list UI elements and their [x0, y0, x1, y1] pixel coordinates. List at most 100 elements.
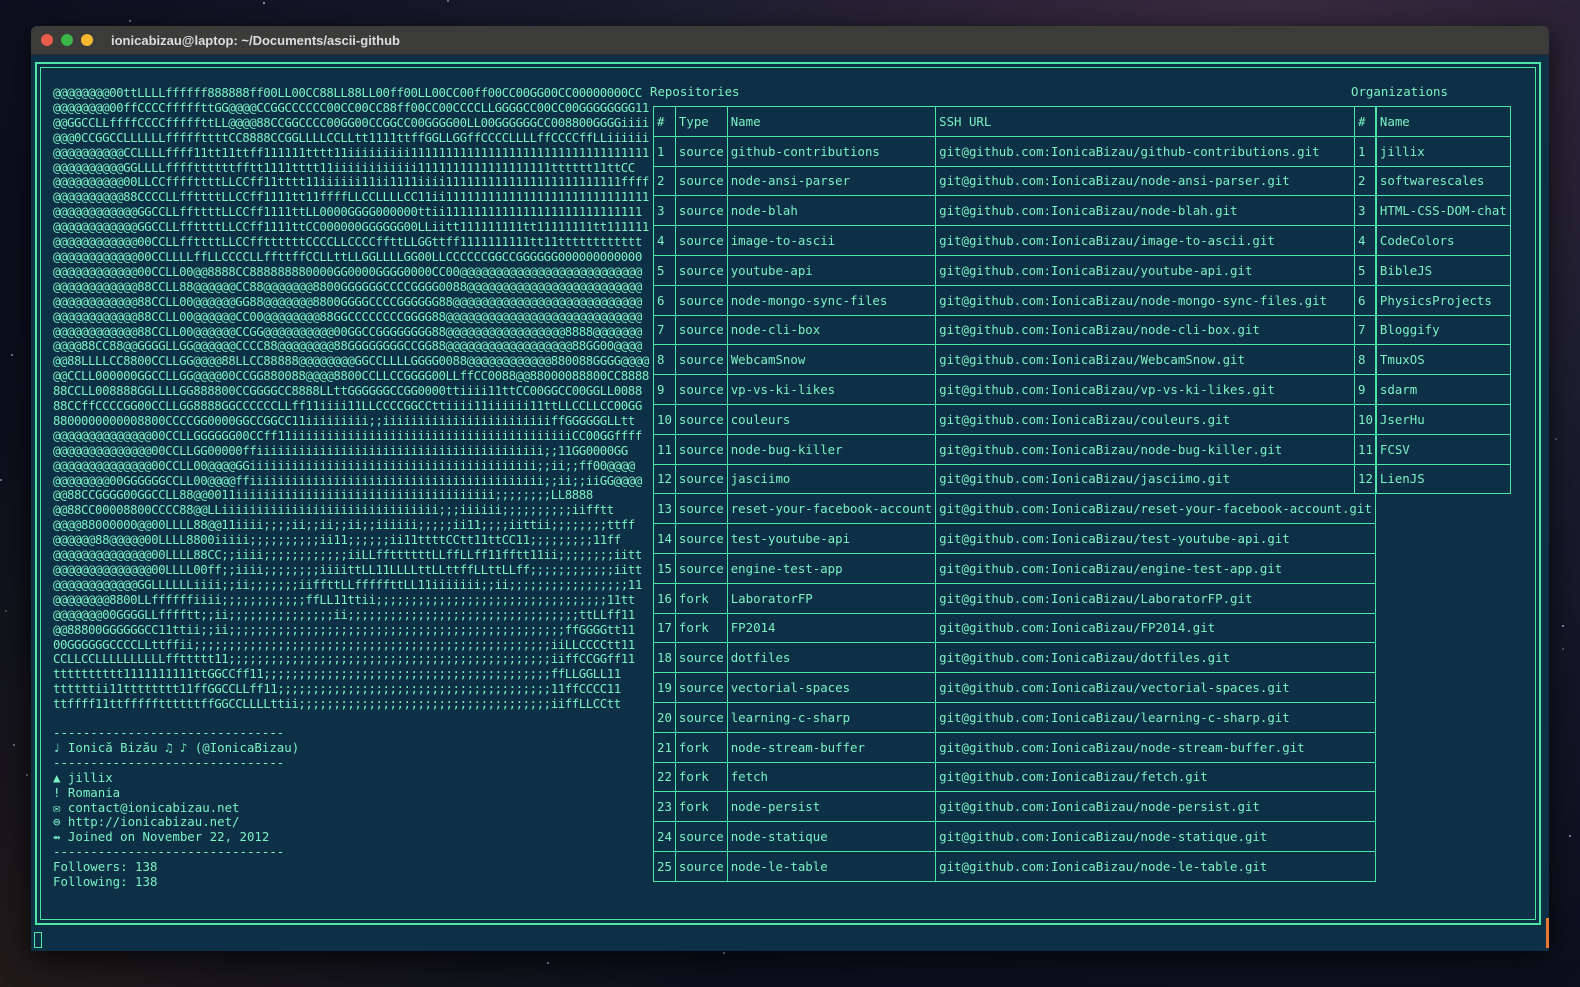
- repo-type: fork: [674, 612, 728, 644]
- profile-email: ✉ contact@ionicabizau.net: [53, 799, 240, 815]
- repository-row[interactable]: 18 source dotfiles git@github.com:IonicaBiz…: [653, 642, 1376, 674]
- repo-ssh-url[interactable]: git@github.com:IonicaBizau/learning-c-sh…: [935, 701, 1376, 733]
- repository-row[interactable]: 9 source vp-vs-ki-likes git@github.com:Ioni…: [653, 374, 1376, 405]
- repository-row[interactable]: 20 source learning-c-sharp git@github.com:I…: [653, 701, 1376, 733]
- repo-type: source: [674, 552, 728, 584]
- prompt-line[interactable]: [31, 918, 1549, 951]
- minimize-window-button[interactable]: [61, 34, 73, 46]
- col-header-name: Name: [1375, 106, 1511, 137]
- repository-row[interactable]: 24 source node-statique git@github.com:Ioni…: [653, 821, 1376, 852]
- repository-row[interactable]: 13 source reset-your-facebook-account git@g…: [653, 493, 1376, 525]
- star: [723, 952, 725, 954]
- repo-type: source: [674, 403, 728, 435]
- repo-ssh-url[interactable]: git@github.com:IonicaBizau/github-contri…: [935, 135, 1376, 167]
- organization-row[interactable]: 5 BibleJS: [1354, 254, 1511, 286]
- repository-row[interactable]: 15 source engine-test-app git@github.com:Io…: [653, 552, 1376, 584]
- repository-row[interactable]: 6 source node-mongo-sync-files git@github.c…: [653, 284, 1376, 316]
- repository-row[interactable]: 2 source node-ansi-parser git@github.com:Io…: [653, 165, 1376, 197]
- repository-row[interactable]: 12 source jasciimo git@github.com:IonicaBiz…: [653, 463, 1376, 495]
- org-index: 4: [1354, 225, 1377, 256]
- organization-row[interactable]: 2 softwarescales: [1354, 165, 1511, 197]
- repo-index: 23: [653, 791, 676, 823]
- close-window-button[interactable]: [41, 34, 53, 46]
- profile-separator: -------------------------------: [53, 754, 285, 770]
- repository-row[interactable]: 17 fork FP2014 git@github.com:IonicaBizau/F…: [653, 612, 1376, 644]
- star: [129, 20, 131, 22]
- repo-name: fetch: [726, 761, 937, 793]
- org-name: HTML-CSS-DOM-chat: [1375, 195, 1511, 227]
- repo-ssh-url[interactable]: git@github.com:IonicaBizau/vp-vs-ki-like…: [935, 374, 1376, 405]
- organization-row[interactable]: 7 Bloggify: [1354, 314, 1511, 346]
- repo-ssh-url[interactable]: git@github.com:IonicaBizau/dotfiles.git: [935, 642, 1376, 674]
- repository-row[interactable]: 8 source WebcamSnow git@github.com:IonicaBi…: [653, 344, 1376, 376]
- repo-name: test-youtube-api: [726, 523, 937, 554]
- repo-ssh-url[interactable]: git@github.com:IonicaBizau/fetch.git: [935, 761, 1376, 793]
- repo-ssh-url[interactable]: git@github.com:IonicaBizau/engine-test-a…: [935, 552, 1376, 584]
- repo-ssh-url[interactable]: git@github.com:IonicaBizau/jasciimo.git: [935, 463, 1376, 495]
- profile-following: Following: 138: [53, 874, 158, 890]
- repo-ssh-url[interactable]: git@github.com:IonicaBizau/node-persist.…: [935, 791, 1376, 823]
- org-name: Bloggify: [1375, 314, 1511, 346]
- repo-ssh-url[interactable]: git@github.com:IonicaBizau/reset-your-fa…: [935, 493, 1376, 525]
- repository-row[interactable]: 7 source node-cli-box git@github.com:Ionica…: [653, 314, 1376, 346]
- repo-ssh-url[interactable]: git@github.com:IonicaBizau/node-cli-box.…: [935, 314, 1376, 346]
- repo-ssh-url[interactable]: git@github.com:IonicaBizau/node-blah.git: [935, 195, 1376, 227]
- org-index: 10: [1354, 403, 1377, 435]
- organization-row[interactable]: 10 JserHu: [1354, 403, 1511, 435]
- star: [1562, 648, 1564, 650]
- organization-row[interactable]: 3 HTML-CSS-DOM-chat: [1354, 195, 1511, 227]
- profile-info: ------------------------------- ♩ Ionică…: [53, 725, 299, 890]
- organization-row[interactable]: 6 PhysicsProjects: [1354, 284, 1511, 316]
- repo-ssh-url[interactable]: git@github.com:IonicaBizau/node-ansi-par…: [935, 165, 1376, 197]
- repo-ssh-url[interactable]: git@github.com:IonicaBizau/WebcamSnow.gi…: [935, 344, 1376, 376]
- repo-type: source: [674, 463, 728, 495]
- repository-row[interactable]: 4 source image-to-ascii git@github.com:Ioni…: [653, 225, 1376, 256]
- organization-row[interactable]: 11 FCSV: [1354, 433, 1511, 465]
- star: [547, 962, 549, 964]
- repository-row[interactable]: 1 source github-contributions git@github.co…: [653, 135, 1376, 167]
- repo-index: 19: [653, 672, 676, 703]
- repository-row[interactable]: 16 fork LaboratorFP git@github.com:IonicaBi…: [653, 582, 1376, 614]
- repository-row[interactable]: 3 source node-blah git@github.com:IonicaBiz…: [653, 195, 1376, 227]
- repo-type: source: [674, 254, 728, 286]
- repository-row[interactable]: 19 source vectorial-spaces git@github.com:I…: [653, 672, 1376, 703]
- profile-separator: -------------------------------: [53, 844, 285, 860]
- repository-row[interactable]: 22 fork fetch git@github.com:IonicaBizau/fe…: [653, 761, 1376, 793]
- repository-row[interactable]: 10 source couleurs git@github.com:IonicaBiz…: [653, 403, 1376, 435]
- repo-ssh-url[interactable]: git@github.com:IonicaBizau/node-statique…: [935, 821, 1376, 852]
- repo-ssh-url[interactable]: git@github.com:IonicaBizau/vectorial-spa…: [935, 672, 1376, 703]
- org-index: 12: [1354, 463, 1377, 495]
- repo-ssh-url[interactable]: git@github.com:IonicaBizau/youtube-api.g…: [935, 254, 1376, 286]
- repo-ssh-url[interactable]: git@github.com:IonicaBizau/image-to-asci…: [935, 225, 1376, 256]
- repository-row[interactable]: 11 source node-bug-killer git@github.com:Io…: [653, 433, 1376, 465]
- repository-row[interactable]: 14 source test-youtube-api git@github.com:I…: [653, 523, 1376, 554]
- repo-ssh-url[interactable]: git@github.com:IonicaBizau/node-stream-b…: [935, 731, 1376, 763]
- repo-ssh-url[interactable]: git@github.com:IonicaBizau/LaboratorFP.g…: [935, 582, 1376, 614]
- organization-row[interactable]: 8 TmuxOS: [1354, 344, 1511, 376]
- repo-ssh-url[interactable]: git@github.com:IonicaBizau/test-youtube-…: [935, 523, 1376, 554]
- repo-ssh-url[interactable]: git@github.com:IonicaBizau/FP2014.git: [935, 612, 1376, 644]
- organization-row[interactable]: 1 jillix: [1354, 135, 1511, 167]
- scroll-indicator: [1546, 918, 1549, 948]
- repository-row[interactable]: 23 fork node-persist git@github.com:IonicaB…: [653, 791, 1376, 823]
- repo-index: 11: [653, 433, 676, 465]
- repo-name: node-bug-killer: [726, 433, 937, 465]
- repo-name: FP2014: [726, 612, 937, 644]
- org-index: 9: [1354, 374, 1377, 405]
- organization-row[interactable]: 9 sdarm: [1354, 374, 1511, 405]
- repo-name: node-blah: [726, 195, 937, 227]
- org-index: 6: [1354, 284, 1377, 316]
- organization-row[interactable]: 12 LienJS: [1354, 463, 1511, 495]
- repo-ssh-url[interactable]: git@github.com:IonicaBizau/node-bug-kill…: [935, 433, 1376, 465]
- repository-row[interactable]: 5 source youtube-api git@github.com:IonicaB…: [653, 254, 1376, 286]
- repo-type: fork: [674, 761, 728, 793]
- repositories-table: # Type Name SSH URL 1 source github-contri…: [653, 106, 1376, 882]
- repo-ssh-url[interactable]: git@github.com:IonicaBizau/couleurs.git: [935, 403, 1376, 435]
- repository-row[interactable]: 25 source node-le-table git@github.com:Ioni…: [653, 850, 1376, 882]
- organization-row[interactable]: 4 CodeColors: [1354, 225, 1511, 256]
- maximize-window-button[interactable]: [81, 34, 93, 46]
- repo-index: 4: [653, 225, 676, 256]
- repo-ssh-url[interactable]: git@github.com:IonicaBizau/node-mongo-sy…: [935, 284, 1376, 316]
- repo-ssh-url[interactable]: git@github.com:IonicaBizau/node-le-table…: [935, 850, 1376, 882]
- repository-row[interactable]: 21 fork node-stream-buffer git@github.com:I…: [653, 731, 1376, 763]
